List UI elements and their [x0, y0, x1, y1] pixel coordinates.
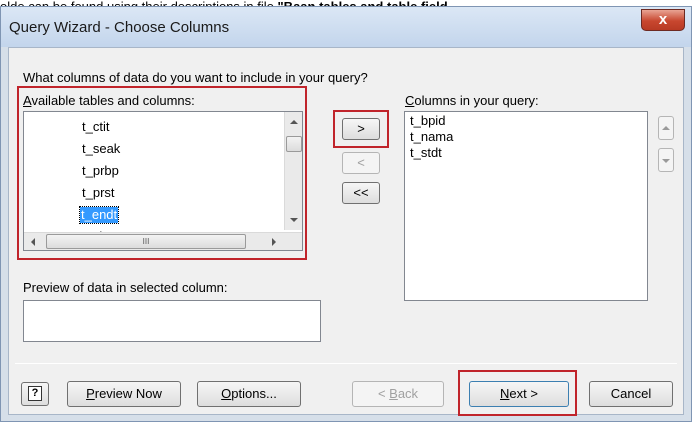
help-button[interactable]: ? — [21, 382, 49, 406]
title-bar: Query Wizard - Choose Columns x — [1, 7, 691, 47]
preview-field — [23, 300, 321, 342]
remove-all-button[interactable]: << — [342, 182, 380, 204]
query-label-accesskey: C — [405, 93, 415, 108]
remove-column-button[interactable]: < — [342, 152, 380, 174]
prompt-text: What columns of data do you want to incl… — [23, 70, 368, 85]
cancel-button[interactable]: Cancel — [589, 381, 673, 407]
arrow-down-icon — [662, 159, 670, 163]
back-label: ack — [397, 386, 419, 401]
options-accesskey: O — [221, 386, 232, 401]
list-item[interactable]: t_stdt — [410, 145, 442, 161]
query-columns-list[interactable]: t_bpid t_nama t_stdt — [404, 111, 648, 301]
back-accesskey: B — [389, 386, 398, 401]
highlight-available-box — [17, 86, 307, 260]
back-button[interactable]: < Back — [352, 381, 444, 407]
list-item[interactable]: t_bpid — [410, 113, 445, 129]
query-columns-label: Columns in your query: — [405, 93, 539, 108]
preview-now-label: review Now — [94, 386, 162, 401]
query-label-text: olumns in your query: — [414, 93, 539, 108]
options-label: ptions... — [231, 386, 277, 401]
preview-now-button[interactable]: Preview Now — [67, 381, 181, 407]
options-button[interactable]: Options... — [197, 381, 301, 407]
preview-label: Preview of data in selected column: — [23, 280, 228, 295]
query-wizard-window: Query Wizard - Choose Columns x What col… — [0, 6, 692, 422]
close-button[interactable]: x — [641, 9, 685, 31]
move-down-button[interactable] — [658, 148, 674, 172]
wizard-client-area: What columns of data do you want to incl… — [8, 47, 684, 416]
arrow-up-icon — [662, 126, 670, 130]
help-icon: ? — [28, 386, 42, 401]
footer-separator — [15, 363, 677, 364]
highlight-next-button — [458, 370, 577, 416]
window-title: Query Wizard - Choose Columns — [9, 19, 230, 36]
list-item[interactable]: t_nama — [410, 129, 453, 145]
highlight-add-button — [333, 110, 389, 148]
back-prefix: < — [377, 386, 390, 401]
move-up-button[interactable] — [658, 116, 674, 140]
preview-now-accesskey: P — [86, 386, 95, 401]
close-icon: x — [658, 11, 668, 28]
